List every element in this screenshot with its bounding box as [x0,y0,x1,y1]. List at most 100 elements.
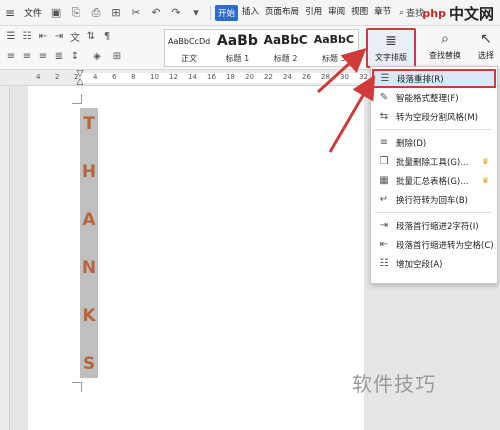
menu-icon[interactable]: ≡ [0,0,20,26]
chinese-layout-icon[interactable]: 文 [68,30,82,44]
style-name: 标题 2 [273,54,298,63]
ruler-number: 24 [283,73,292,81]
number-list-icon[interactable]: ☷ [20,30,34,42]
outdent-icon[interactable]: ⇤ [36,30,50,42]
ruler-number: 8 [131,73,136,81]
indent-marker-icon[interactable]: ▽ △ [75,70,85,87]
menu-item-label: 批量汇总表格(G)... [396,176,469,187]
line-spacing-icon[interactable]: ↕ [68,50,82,62]
menu-item[interactable]: ❐ 批量删除工具(G)... ♛ [371,152,497,171]
menu-item[interactable]: ⇆ 转为空段分割风格(M) [371,107,497,126]
menu-item-label: 段落首行缩进转为空格(C) [396,240,494,251]
menu-item[interactable]: ≡ 删除(D) [371,133,497,152]
tab-item[interactable]: 页面布局 [263,5,301,21]
ruler-number: 10 [150,73,159,81]
tab-item[interactable]: 审阅 [326,5,347,21]
crown-icon: ♛ [481,176,489,185]
tab-item[interactable]: 章节 [372,5,393,21]
menu-item[interactable]: ⇤ 段落首行缩进转为空格(C) [371,235,497,254]
ruler-number: 30 [340,73,349,81]
toolbar-divider [210,5,212,20]
justify-icon[interactable]: ≣ [52,50,66,62]
tab-item[interactable]: 开始 [215,4,239,21]
tab-item[interactable]: 插入 [240,5,261,21]
cursor-icon: ↖ [480,31,492,47]
text-layout-menu: ☰ 段落重排(R) ✎ 智能格式整理(F) ⇆ 转为空段分割风格(M) ≡ 删除(D) ❐ 批量删… [370,66,498,284]
ruler-number: 18 [226,73,235,81]
select-label: 选择 [478,51,494,60]
menu-item-label: 增加空段(A) [396,259,443,270]
style-item[interactable]: AaBbCcDd 正文 [165,30,213,66]
add-paragraph-icon: ☷ [379,258,389,269]
find-replace-button[interactable]: ⌕ 查找替换 [420,28,470,68]
menu-item[interactable]: ✎ 智能格式整理(F) [371,88,497,107]
align-left-icon[interactable]: ≡ [4,50,18,62]
search-icon: ⌕ [399,7,405,18]
brand-text: 中文网 [448,5,494,23]
ruler-number: 26 [302,73,311,81]
undo-icon[interactable]: ↶ [148,5,164,21]
export-icon[interactable]: ⎘ [68,5,84,21]
menu-item[interactable]: ⇥ 段落首行缩进2字符(I) [371,216,497,235]
margin-marker [72,382,82,392]
vertical-letter: T [83,114,95,134]
format-painter-icon[interactable]: ✂ [128,5,144,21]
menu-item[interactable]: ▦ 批量汇总表格(G)... ♛ [371,171,497,190]
batch-table-icon: ▦ [379,175,389,186]
vertical-letter: A [82,210,96,230]
crown-icon: ♛ [481,157,489,166]
menu-item-label: 转为空段分割风格(M) [396,112,478,123]
dropdown-icon[interactable]: ▾ [188,5,204,21]
preview-icon[interactable]: ⊞ [108,5,124,21]
magnifier-icon: ⌕ [441,31,449,47]
align-right-icon[interactable]: ≡ [36,50,50,62]
brand-logo: php 中文网 [422,3,494,24]
save-icon[interactable]: ▣ [48,5,64,21]
ruler-number: 28 [321,73,330,81]
align-center-icon[interactable]: ≡ [20,50,34,62]
ruler-number: 22 [264,73,273,81]
indent-icon[interactable]: ⇥ [52,30,66,42]
sort-icon[interactable]: ⇅ [84,30,98,42]
select-button[interactable]: ↖ 选择 [472,28,500,68]
show-marks-icon[interactable]: ¶ [100,30,114,42]
style-gallery: AaBbCcDd 正文 AaBb 标题 1 AaBbC 标题 2 AaBbC 标题 3 [164,29,359,67]
style-name: 标题 1 [225,54,250,63]
ruler-number: 6 [112,73,117,81]
borders-icon[interactable]: ⊞ [110,50,124,62]
indent-icon: ⇥ [379,220,389,231]
menu-item-label: 删除(D) [396,138,427,149]
tab-item[interactable]: 视图 [349,5,370,21]
file-menu[interactable]: 文件 [20,6,46,19]
search-box[interactable]: ⌕ 查找 [399,6,424,20]
margin-marker [72,94,82,104]
vertical-letter: S [82,354,96,374]
linebreak-icon: ↵ [379,194,389,205]
redo-icon[interactable]: ↷ [168,5,184,21]
ruler-number: 2 [55,73,60,81]
vertical-text-block[interactable]: T H A N K S [80,108,98,378]
document-page[interactable]: T H A N K S [28,86,364,430]
vertical-ruler[interactable] [0,86,10,430]
style-item[interactable]: AaBbC 标题 2 [262,30,310,66]
shading-icon[interactable]: ◈ [90,50,104,62]
menu-item[interactable]: ☰ 段落重排(R) [372,69,496,88]
menu-item[interactable]: ☷ 增加空段(A) [371,254,497,273]
style-item[interactable]: AaBb 标题 1 [213,30,261,66]
split-style-icon: ⇆ [379,111,389,122]
text-layout-label: 文字排版 [375,53,407,62]
batch-delete-icon: ❐ [379,156,389,167]
title-bar: ≡ 文件 ▣ ⎘ ⎙ ⊞ ✂ ↶ ↷ ▾ 开始 插入 页面布局 引用 审阅 视图 章节 ⌕ … [0,0,500,26]
bullet-list-icon[interactable]: ☰ [4,30,18,42]
delete-icon: ≡ [379,137,389,148]
tab-item[interactable]: 引用 [303,5,324,21]
ruler-number: 32 [359,73,368,81]
menu-item[interactable]: ↵ 换行符转为回车(B) [371,190,497,209]
ruler-number: 20 [245,73,254,81]
print-icon[interactable]: ⎙ [88,5,104,21]
text-layout-button[interactable]: ≣ 文字排版 [366,28,416,68]
vertical-letter: N [81,258,97,278]
smart-format-icon: ✎ [379,92,389,103]
ruler-number: 14 [188,73,197,81]
style-item[interactable]: AaBbC 标题 3 [310,30,358,66]
